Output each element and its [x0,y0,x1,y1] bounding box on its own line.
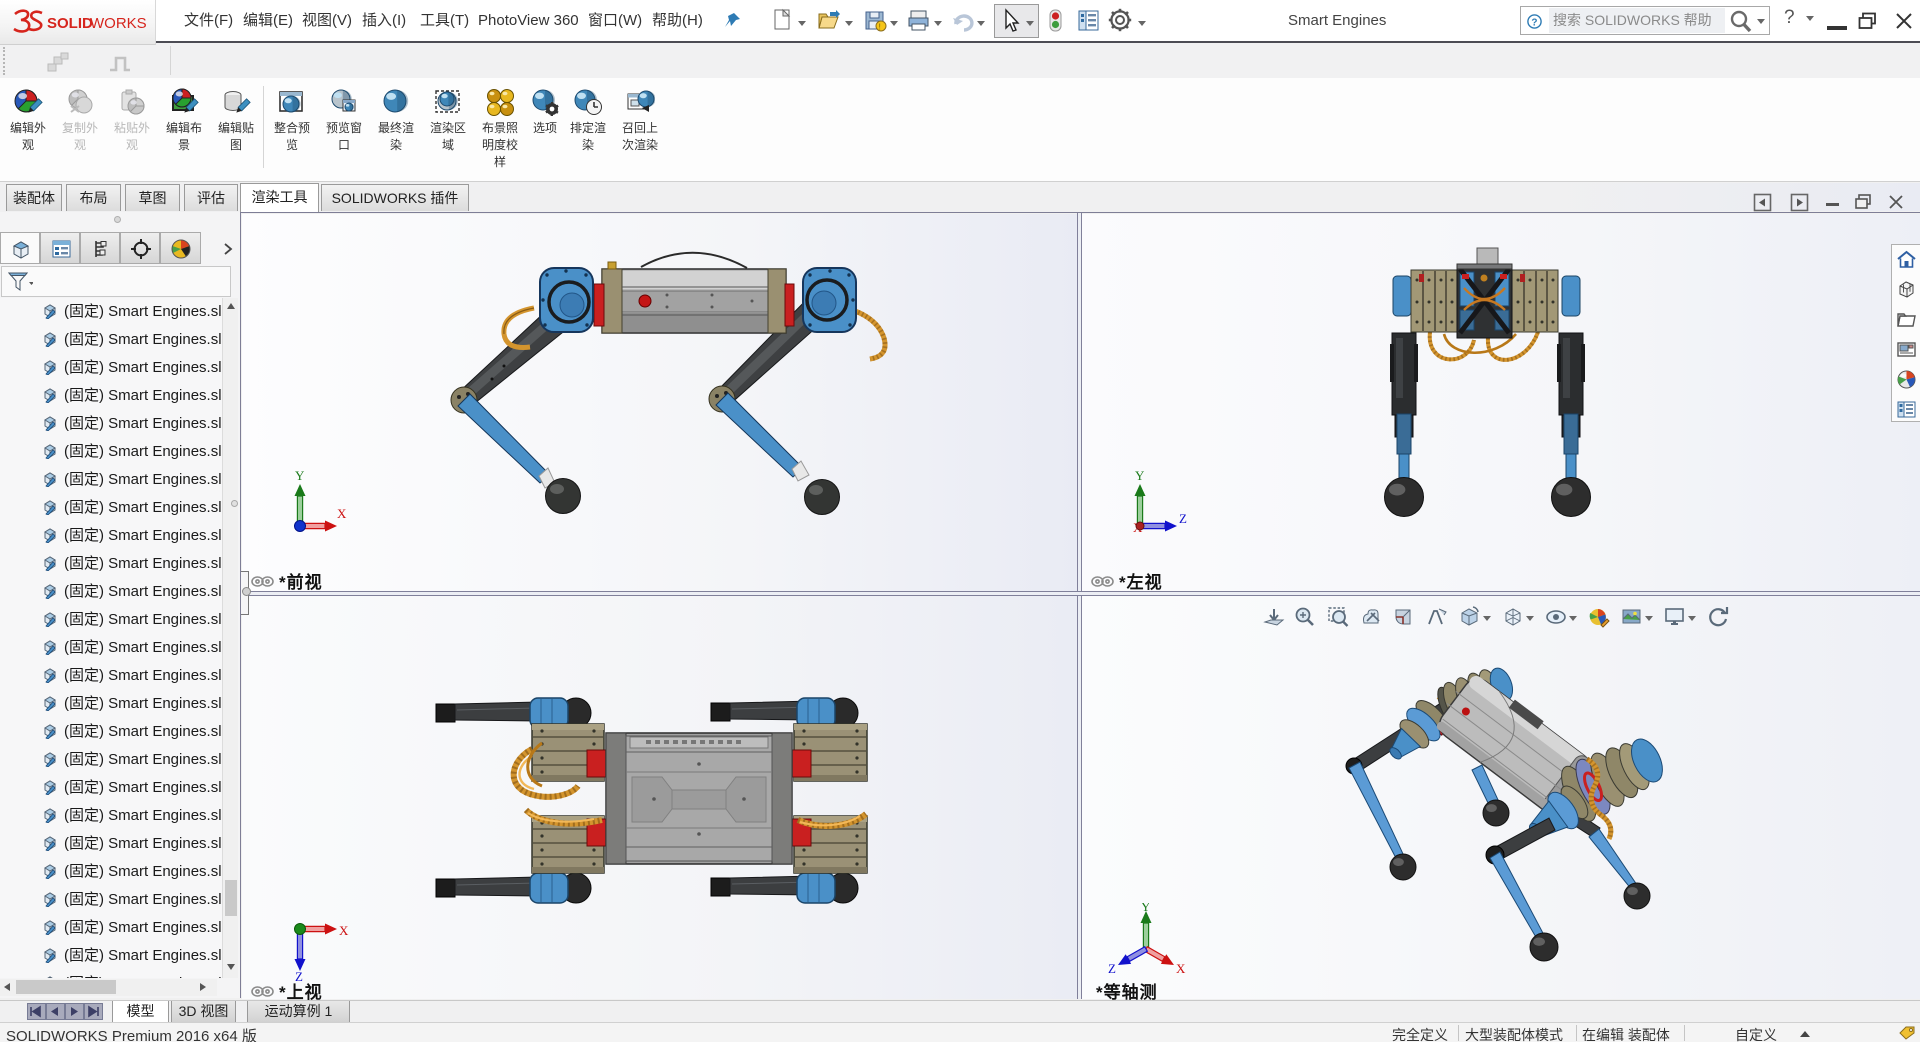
svg-text:X: X [339,923,349,938]
svg-text:X: X [1176,961,1186,976]
svg-text:Z: Z [295,969,303,983]
svg-text:Y: Y [1135,468,1145,483]
svg-text:SOLID: SOLID [47,15,93,32]
svg-text:WORKS: WORKS [90,15,147,32]
svg-text:Z: Z [1108,961,1116,976]
svg-text:?: ? [1531,17,1537,28]
svg-text:Y: Y [1141,903,1151,914]
svg-text:Z: Z [1179,511,1187,526]
svg-text:Y: Y [295,468,305,483]
svg-text:!: ! [879,23,881,32]
svg-text:X: X [337,506,347,521]
